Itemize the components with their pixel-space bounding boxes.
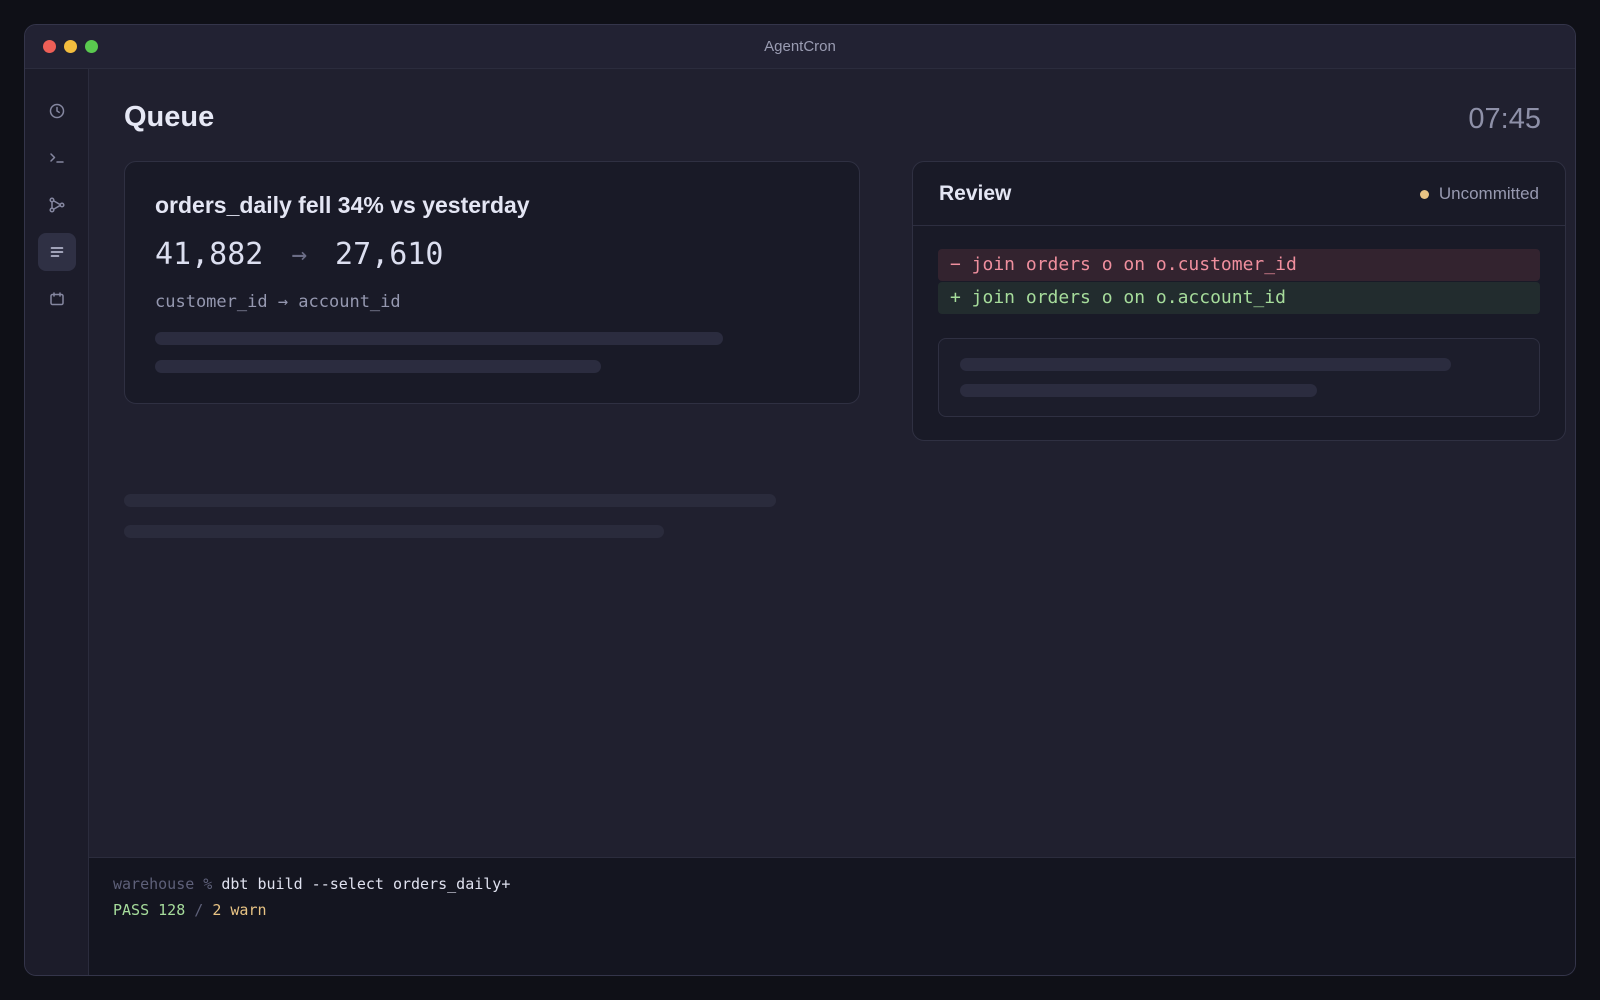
title-bar: AgentCron [25,25,1575,69]
review-notes [938,338,1540,417]
calendar-icon [50,292,64,306]
app-window: AgentCron Queue 07:45 orders_daily fell … [24,24,1576,976]
alert-column-change: customer_id → account_id [155,292,401,312]
status-badge: Uncommitted [1419,184,1539,204]
sidebar-item-history[interactable] [38,92,76,130]
placeholder-line [155,332,723,345]
previous-count: 41,882 [155,237,264,272]
terminal-pass-count: PASS 128 [113,901,186,919]
list-icon [50,247,64,257]
terminal-panel[interactable]: warehouse % dbt build --select orders_da… [89,857,1575,975]
sidebar-item-queue[interactable] [38,233,76,271]
review-card: Review Uncommitted − join orders o on o.… [912,161,1566,441]
sidebar-item-terminal[interactable] [38,139,76,177]
placeholder-line [960,358,1451,371]
clock-icon [49,103,65,119]
sidebar-item-lineage[interactable] [38,186,76,224]
placeholder-line [155,360,601,373]
placeholder-line [960,384,1317,397]
git-branch-icon [49,197,65,213]
terminal-output-line: PASS 128 / 2 warn [113,901,267,919]
current-count: 27,610 [335,237,444,272]
diff-removed-line[interactable]: − join orders o on o.customer_id [938,249,1540,281]
alert-title: orders_daily fell 34% vs yesterday [155,192,530,218]
review-title: Review [939,182,1012,205]
placeholder-line [124,494,776,507]
terminal-separator: / [185,901,213,919]
review-header: Review Uncommitted [913,162,1565,226]
terminal-icon [50,153,64,163]
placeholder-line [124,525,664,538]
main-content: Queue 07:45 orders_daily fell 34% vs yes… [89,69,1575,857]
terminal-command: dbt build --select orders_daily+ [221,875,511,893]
terminal-warn-count: 2 warn [212,901,267,919]
terminal-prompt: warehouse % [113,875,222,893]
current-time: 07:45 [1468,103,1541,135]
page-title: Queue [124,101,215,133]
sidebar-item-schedule[interactable] [38,280,76,318]
status-label: Uncommitted [1438,184,1539,203]
status-dot-icon [1419,189,1429,199]
terminal-command-line: warehouse % dbt build --select orders_da… [113,875,510,893]
diff-added-line[interactable]: + join orders o on o.account_id [938,282,1540,314]
sidebar [25,69,89,975]
alert-card[interactable]: orders_daily fell 34% vs yesterday 41,88… [124,161,860,404]
alert-values: 41,882 → 27,610 [155,237,443,272]
arrow-right-icon: → [291,239,308,270]
window-title: AgentCron [764,38,836,55]
